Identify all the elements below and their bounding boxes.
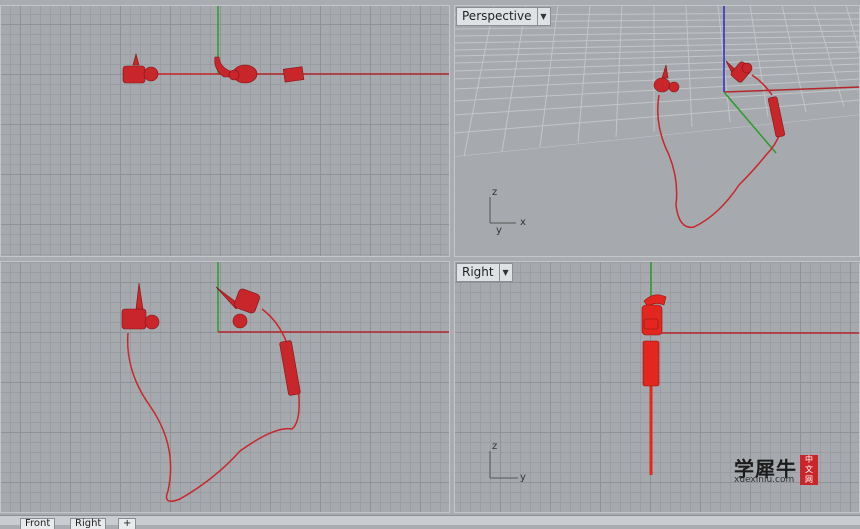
- seal-char: 文: [805, 465, 813, 474]
- watermark-url: xuexiniu.com: [734, 475, 795, 485]
- seal-char: 中: [805, 455, 813, 464]
- top-viewport[interactable]: [0, 5, 450, 257]
- watermark-logo: 学犀牛 xuexiniu.com 中 文 网: [728, 451, 824, 487]
- perspective-viewport[interactable]: z x y Perspective ▼: [454, 5, 860, 257]
- seal-char: 网: [805, 475, 813, 484]
- viewport-border: [454, 5, 860, 257]
- viewport-border: [0, 261, 450, 513]
- watermark-seal: 中 文 网: [800, 455, 818, 485]
- viewport-border: [0, 5, 450, 257]
- front-viewport[interactable]: [0, 261, 450, 513]
